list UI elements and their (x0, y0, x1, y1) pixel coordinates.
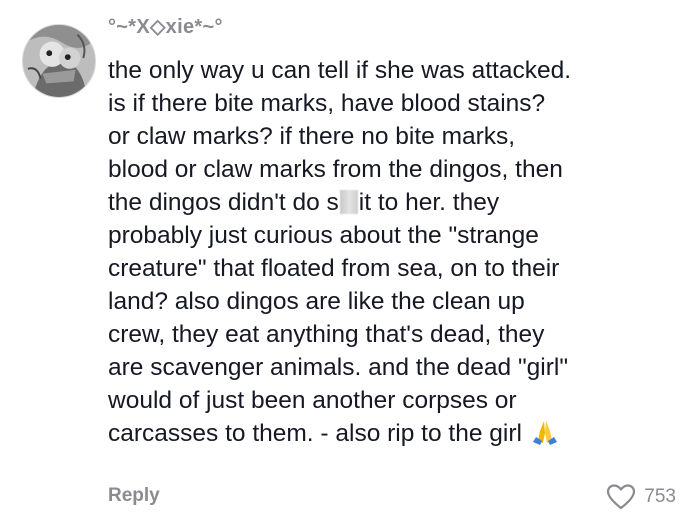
comment-line: blood or claw marks from the dingos, the… (108, 156, 563, 183)
comment-line: are scavenger animals. and the dead "gir… (108, 354, 569, 381)
heart-icon[interactable] (606, 483, 636, 511)
reply-button[interactable]: Reply (108, 485, 160, 507)
avatar-image (23, 25, 95, 97)
folded-hands-icon (532, 421, 557, 445)
avatar[interactable] (22, 24, 96, 98)
comment-line: the dingos didn't do s it to her. they (108, 186, 693, 219)
comment-line: carcasses to them. - also rip to the gir… (108, 417, 693, 450)
comment-text: the only way u can tell if she was attac… (108, 54, 693, 450)
comment-line: probably just curious about the "strange (108, 222, 539, 249)
comment-line: land? also dingos are like the clean up (108, 288, 525, 315)
comment-line-end: it to her. they (358, 189, 500, 216)
comment-line: or claw marks? if there no bite marks, (108, 123, 516, 150)
comment-line: would of just been another corpses or (108, 387, 517, 414)
comment-line: crew, they eat anything that's dead, the… (108, 321, 545, 348)
comment-line-start: the dingos didn't do s (108, 189, 339, 216)
comment-line: is if there bite marks, have blood stain… (108, 90, 546, 117)
comment-last-line: carcasses to them. - also rip to the gir… (108, 420, 522, 447)
comment-line: creature" that floated from sea, on to t… (108, 255, 560, 282)
comment-line: the only way u can tell if she was attac… (108, 57, 572, 84)
censored-word-blur (339, 190, 358, 214)
comment-username[interactable]: °~*X◇xie*~° (108, 14, 223, 39)
like-button[interactable]: 753 (606, 483, 676, 511)
like-count: 753 (644, 486, 676, 507)
